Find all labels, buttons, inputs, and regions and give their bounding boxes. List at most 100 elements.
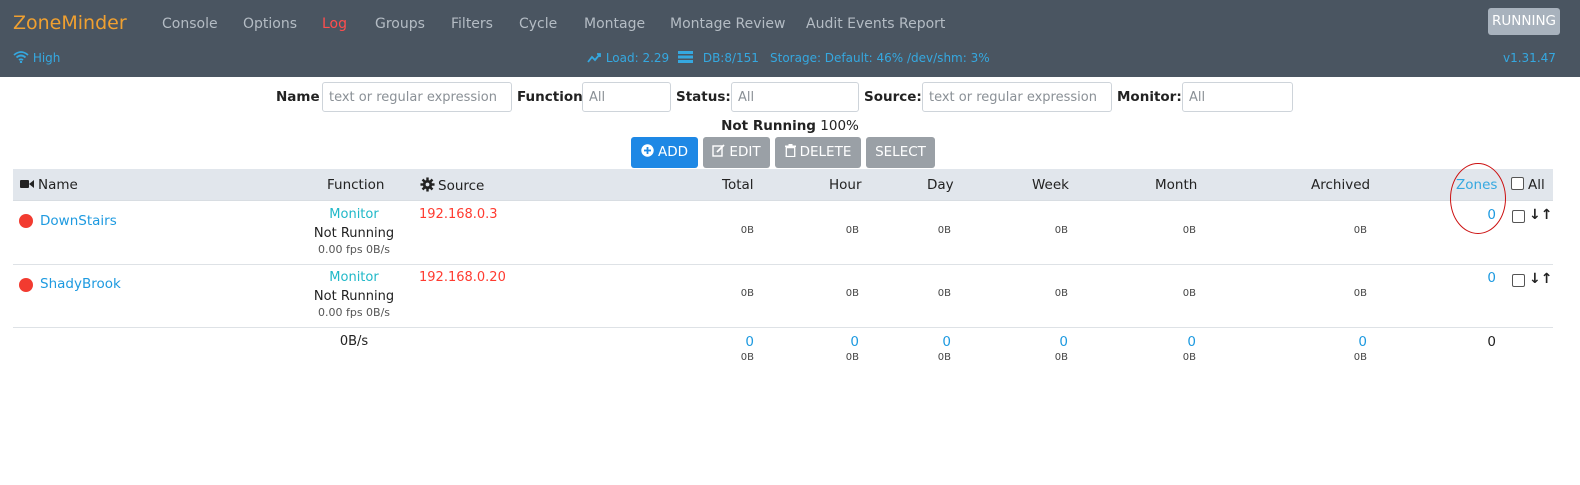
day-size: 0B — [937, 225, 951, 236]
select-button-label: SELECT — [875, 144, 926, 160]
function-link[interactable]: Monitor — [294, 207, 414, 222]
function-status: Not Running — [313, 226, 395, 241]
day-events-size: 0B — [937, 352, 951, 363]
top-navbar: ZoneMinder Console Options Log Groups Fi… — [0, 0, 1580, 77]
filter-function-label: Function — [517, 89, 583, 105]
version-label: v1.31.47 — [1503, 51, 1556, 65]
gear-icon — [420, 177, 435, 192]
source-link[interactable]: 192.168.0.3 — [419, 207, 498, 222]
th-function[interactable]: Function — [327, 177, 384, 193]
hour-size: 0B — [845, 288, 859, 299]
filter-source-input[interactable] — [922, 82, 1112, 112]
edit-icon — [712, 144, 726, 157]
week-size: 0B — [1054, 288, 1068, 299]
running-state-button[interactable]: RUNNING — [1488, 8, 1560, 35]
filter-source-label: Source: — [864, 89, 922, 105]
select-all-checkbox[interactable] — [1511, 177, 1524, 190]
nav-log[interactable]: Log — [322, 16, 347, 32]
brand-logo[interactable]: ZoneMinder — [13, 12, 127, 34]
total-zones: 0 — [1487, 334, 1496, 350]
filter-status-select[interactable] — [731, 82, 859, 112]
database-list-icon — [678, 51, 693, 63]
th-all: All — [1528, 177, 1545, 193]
select-button[interactable]: SELECT — [866, 137, 935, 168]
edit-button-label: EDIT — [729, 144, 761, 160]
nav-audit-events-report[interactable]: Audit Events Report — [806, 16, 945, 32]
source-link[interactable]: 192.168.0.20 — [419, 270, 506, 285]
row-checkbox[interactable] — [1512, 274, 1525, 287]
th-day[interactable]: Day — [927, 177, 954, 193]
db-indicator: DB:8/151 — [678, 51, 759, 65]
hour-events-link[interactable]: 0 — [799, 334, 859, 350]
total-bandwidth: 0B/s — [339, 334, 369, 349]
filter-name-input[interactable] — [322, 82, 512, 112]
function-link[interactable]: Monitor — [294, 270, 414, 285]
week-size: 0B — [1054, 225, 1068, 236]
week-events-size: 0B — [1054, 352, 1068, 363]
load-value: Load: 2.29 — [605, 51, 670, 65]
sort-arrows-icon[interactable]: ↓↑ — [1529, 271, 1552, 287]
video-camera-icon — [20, 180, 34, 188]
fps-readout: 0.00 fps 0B/s — [317, 243, 391, 256]
total-size: 0B — [740, 288, 754, 299]
nav-console[interactable]: Console — [162, 16, 218, 32]
th-source[interactable]: Source — [420, 177, 484, 194]
zones-link[interactable]: 0 — [1456, 270, 1496, 286]
th-total[interactable]: Total — [722, 177, 754, 193]
db-value: DB:8/151 — [702, 51, 759, 65]
archived-size: 0B — [1353, 288, 1367, 299]
load-indicator: Load: 2.29 — [587, 51, 669, 65]
bandwidth-selector[interactable]: High — [13, 51, 60, 65]
filter-function-select[interactable] — [582, 82, 671, 112]
zones-annotation-circle — [1450, 163, 1506, 234]
nav-cycle[interactable]: Cycle — [519, 16, 557, 32]
week-events-link[interactable]: 0 — [1008, 334, 1068, 350]
row-checkbox[interactable] — [1512, 210, 1525, 223]
hour-size: 0B — [845, 225, 859, 236]
th-week[interactable]: Week — [1032, 177, 1069, 193]
storage-indicator: Storage: Default: 46% /dev/shm: 3% — [770, 51, 990, 65]
th-source-label: Source — [438, 178, 485, 194]
summary-status: Not Running — [721, 118, 816, 134]
monitor-name-link[interactable]: DownStairs — [40, 213, 117, 229]
filter-status-label: Status: — [676, 89, 731, 105]
sort-arrows-icon[interactable]: ↓↑ — [1529, 207, 1552, 223]
month-events-size: 0B — [1182, 352, 1196, 363]
filter-monitor-select[interactable] — [1182, 82, 1293, 112]
day-size: 0B — [937, 288, 951, 299]
month-size: 0B — [1182, 225, 1196, 236]
add-button[interactable]: ADD — [631, 137, 698, 168]
plus-circle-icon — [641, 144, 654, 157]
nav-filters[interactable]: Filters — [451, 16, 493, 32]
bandwidth-label: High — [32, 51, 61, 65]
status-dot-icon — [19, 278, 33, 292]
th-hour[interactable]: Hour — [829, 177, 862, 193]
total-events-size: 0B — [740, 352, 754, 363]
th-archived[interactable]: Archived — [1311, 177, 1370, 193]
th-name[interactable]: Name — [20, 177, 78, 193]
nav-montage[interactable]: Montage — [584, 16, 645, 32]
archived-events-link[interactable]: 0 — [1307, 334, 1367, 350]
th-name-label: Name — [38, 177, 78, 193]
nav-options[interactable]: Options — [243, 16, 297, 32]
filter-name-label: Name — [276, 89, 320, 105]
running-summary: Not Running 100% — [0, 118, 1580, 134]
total-size: 0B — [740, 225, 754, 236]
summary-percent: 100% — [820, 118, 859, 134]
status-dot-icon — [19, 214, 33, 228]
nav-montage-review[interactable]: Montage Review — [670, 16, 786, 32]
fps-readout: 0.00 fps 0B/s — [317, 306, 391, 319]
th-month[interactable]: Month — [1155, 177, 1197, 193]
monitor-name-link[interactable]: ShadyBrook — [40, 276, 121, 292]
add-button-label: ADD — [657, 144, 689, 160]
day-events-link[interactable]: 0 — [891, 334, 951, 350]
nav-groups[interactable]: Groups — [375, 16, 425, 32]
month-events-link[interactable]: 0 — [1136, 334, 1196, 350]
function-status: Not Running — [313, 289, 395, 304]
total-events-link[interactable]: 0 — [694, 334, 754, 350]
edit-button[interactable]: EDIT — [703, 137, 770, 168]
archived-size: 0B — [1353, 225, 1367, 236]
delete-button[interactable]: DELETE — [775, 137, 861, 168]
hour-events-size: 0B — [845, 352, 859, 363]
filter-monitor-label: Monitor: — [1117, 89, 1182, 105]
